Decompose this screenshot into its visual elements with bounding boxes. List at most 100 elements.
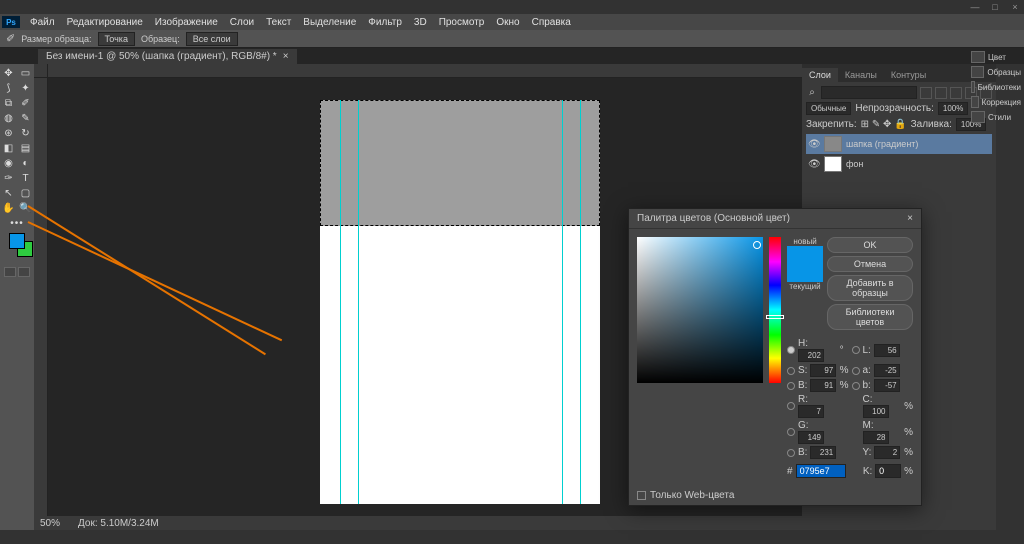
- dodge-tool[interactable]: ◐: [17, 156, 34, 171]
- header-selection[interactable]: [320, 100, 600, 226]
- l-radio[interactable]: [852, 346, 860, 354]
- menu-edit[interactable]: Редактирование: [61, 17, 149, 28]
- move-tool[interactable]: ✥: [0, 66, 17, 81]
- eraser-tool[interactable]: ◧: [0, 141, 17, 156]
- tab-close-icon[interactable]: ×: [283, 51, 289, 62]
- maximize-icon[interactable]: □: [990, 2, 1000, 12]
- k-input[interactable]: [875, 464, 901, 478]
- menu-layers[interactable]: Слои: [224, 17, 260, 28]
- sample-size-select[interactable]: Точка: [98, 32, 135, 46]
- layer-name[interactable]: фон: [846, 159, 863, 169]
- menu-image[interactable]: Изображение: [149, 17, 224, 28]
- layer-name[interactable]: шапка (градиент): [846, 139, 918, 149]
- add-swatch-button[interactable]: Добавить в образцы: [827, 275, 913, 301]
- gradient-tool[interactable]: ▤: [17, 141, 34, 156]
- y-input[interactable]: [874, 446, 900, 459]
- panel-adjustments[interactable]: Коррекция: [971, 96, 1021, 108]
- close-icon[interactable]: ×: [1010, 2, 1020, 12]
- color-picker-dialog[interactable]: Палитра цветов (Основной цвет) × новый т…: [628, 208, 922, 506]
- web-only-checkbox[interactable]: [637, 491, 646, 500]
- guide-line[interactable]: [358, 100, 359, 504]
- panel-color[interactable]: Цвет: [971, 51, 1021, 63]
- r-radio[interactable]: [787, 402, 795, 410]
- dialog-close-icon[interactable]: ×: [907, 213, 913, 224]
- menu-file[interactable]: Файл: [24, 17, 61, 28]
- h-radio[interactable]: [787, 346, 795, 354]
- menu-select[interactable]: Выделение: [297, 17, 362, 28]
- m-input[interactable]: [863, 431, 889, 444]
- menu-text[interactable]: Текст: [260, 17, 297, 28]
- menu-window[interactable]: Окно: [490, 17, 525, 28]
- b-rgb-radio[interactable]: [787, 449, 795, 457]
- g-radio[interactable]: [787, 428, 795, 436]
- r-input[interactable]: [798, 405, 824, 418]
- menu-filter[interactable]: Фильтр: [362, 17, 408, 28]
- c-input[interactable]: [863, 405, 889, 418]
- text-tool[interactable]: T: [17, 171, 34, 186]
- path-tool[interactable]: ↖: [0, 186, 17, 201]
- eyedropper-tool[interactable]: ✐: [17, 96, 34, 111]
- guide-line[interactable]: [562, 100, 563, 504]
- tab-paths[interactable]: Контуры: [884, 68, 933, 82]
- filter-pixel-icon[interactable]: [920, 87, 932, 99]
- hand-tool[interactable]: ✋: [0, 201, 17, 216]
- menu-help[interactable]: Справка: [526, 17, 577, 28]
- crop-tool[interactable]: ⧉: [0, 96, 17, 111]
- b-hsb-radio[interactable]: [787, 382, 795, 390]
- g-input[interactable]: [798, 431, 824, 444]
- b-lab-radio[interactable]: [852, 382, 860, 390]
- heal-tool[interactable]: ◍: [0, 111, 17, 126]
- layer-row[interactable]: 👁 фон: [806, 154, 992, 174]
- zoom-level[interactable]: 50%: [40, 518, 60, 529]
- visibility-icon[interactable]: 👁: [808, 159, 820, 170]
- pen-tool[interactable]: ✑: [0, 171, 17, 186]
- filter-adjust-icon[interactable]: [935, 87, 947, 99]
- blur-tool[interactable]: ◉: [0, 156, 17, 171]
- lock-icons[interactable]: ⊞ ✎ ✥ 🔒: [861, 119, 907, 130]
- blend-mode-select[interactable]: Обычные: [806, 102, 851, 115]
- menu-view[interactable]: Просмотр: [433, 17, 491, 28]
- guide-line[interactable]: [340, 100, 341, 504]
- h-input[interactable]: [798, 349, 824, 362]
- opacity-value[interactable]: 100%: [938, 102, 968, 115]
- document-tab[interactable]: Без имени-1 @ 50% (шапка (градиент), RGB…: [38, 49, 297, 64]
- hue-cursor[interactable]: [766, 315, 784, 319]
- cancel-button[interactable]: Отмена: [827, 256, 913, 272]
- toolbar-more-icon[interactable]: •••: [0, 216, 34, 231]
- b-hsb-input[interactable]: [810, 379, 836, 392]
- layer-thumb[interactable]: [824, 136, 842, 152]
- filter-type-select[interactable]: [821, 86, 917, 99]
- a-radio[interactable]: [852, 367, 860, 375]
- hex-input[interactable]: [796, 464, 846, 478]
- wand-tool[interactable]: ✦: [17, 81, 34, 96]
- a-input[interactable]: [874, 364, 900, 377]
- layer-thumb[interactable]: [824, 156, 842, 172]
- panel-swatches[interactable]: Образцы: [971, 66, 1021, 78]
- s-input[interactable]: [810, 364, 836, 377]
- ruler-vertical[interactable]: [34, 78, 48, 516]
- sample-select[interactable]: Все слои: [186, 32, 238, 46]
- layer-row[interactable]: 👁 шапка (градиент): [806, 134, 992, 154]
- s-radio[interactable]: [787, 367, 795, 375]
- visibility-icon[interactable]: 👁: [808, 139, 820, 150]
- quickmask-icon[interactable]: [4, 267, 16, 277]
- tab-channels[interactable]: Каналы: [838, 68, 884, 82]
- b-lab-input[interactable]: [874, 379, 900, 392]
- stamp-tool[interactable]: ⊛: [0, 126, 17, 141]
- history-brush-tool[interactable]: ↻: [17, 126, 34, 141]
- l-input[interactable]: [874, 344, 900, 357]
- ok-button[interactable]: OK: [827, 237, 913, 253]
- foreground-swatch[interactable]: [9, 233, 25, 249]
- marquee-tool[interactable]: ▭: [17, 66, 34, 81]
- guide-line[interactable]: [580, 100, 581, 504]
- menu-3d[interactable]: 3D: [408, 17, 433, 28]
- brush-tool[interactable]: ✎: [17, 111, 34, 126]
- search-icon[interactable]: ⌕: [806, 87, 818, 99]
- current-color-preview[interactable]: [787, 264, 823, 282]
- color-swatches[interactable]: [3, 233, 31, 261]
- screenmode-icon[interactable]: [18, 267, 30, 277]
- tab-layers[interactable]: Слои: [802, 68, 838, 82]
- panel-styles[interactable]: Стили: [971, 111, 1021, 123]
- panel-libraries[interactable]: Библиотеки: [971, 81, 1021, 93]
- b-rgb-input[interactable]: [810, 446, 836, 459]
